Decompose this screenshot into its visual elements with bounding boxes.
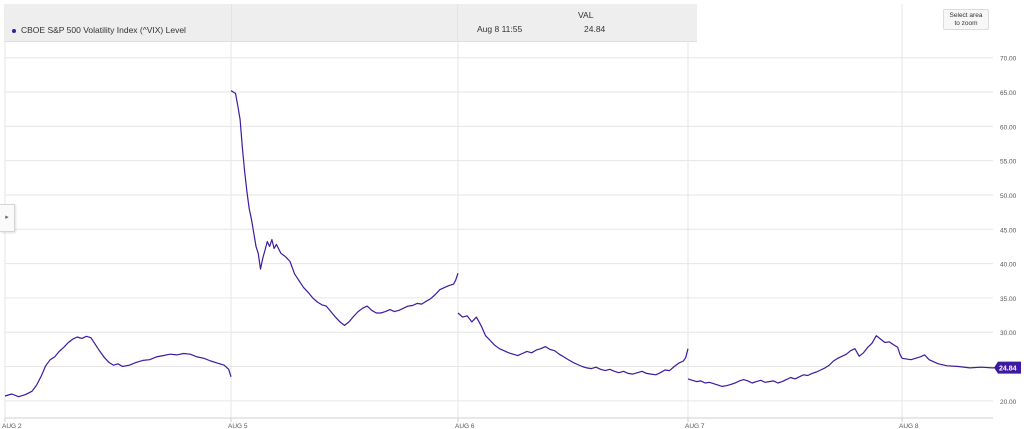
zoom-button-line2: to zoom <box>954 20 978 27</box>
y-tick-label: 30.00 <box>1000 330 1017 337</box>
x-axis-labels: AUG 2 AUG 5 AUG 6 AUG 7 AUG 8 <box>2 423 919 429</box>
y-tick-label: 65.00 <box>1000 90 1017 97</box>
hover-value: 24.84 <box>584 24 606 34</box>
y-tick-label: 40.00 <box>1000 262 1017 269</box>
vix-line-chart[interactable]: AUG 2AUG 5AUG 6AUG 7AUG 8 20.0025.0030.0… <box>0 0 1024 429</box>
y-tick-label: 55.00 <box>1000 159 1017 166</box>
x-tick-label: AUG 8 <box>899 423 919 429</box>
zoom-button-line1: Select area <box>949 12 983 19</box>
series-label: CBOE S&P 500 Volatility Index (^VIX) Lev… <box>21 25 186 35</box>
x-tick-label: AUG 2 <box>2 423 22 429</box>
last-value-badge: 24.84 <box>994 361 1021 374</box>
x-tick-label: AUG 5 <box>228 423 248 429</box>
series-line-aug-7 <box>687 335 903 387</box>
value-column-header: VAL <box>578 10 594 20</box>
y-tick-label: 35.00 <box>1000 296 1017 303</box>
x-tick-label: AUG 6 <box>455 423 475 429</box>
series-line-aug-6 <box>457 312 689 376</box>
caret-right-icon[interactable]: ▸ <box>0 204 15 232</box>
select-area-to-zoom-button[interactable]: Select area to zoom <box>943 9 989 30</box>
series-color-dot <box>12 29 16 33</box>
y-tick-label: 60.00 <box>1000 124 1017 131</box>
y-tick-label: 45.00 <box>1000 227 1017 234</box>
legend-divider <box>457 4 458 41</box>
x-tick-label: AUG 7 <box>685 423 705 429</box>
last-value-badge-label: 24.84 <box>999 366 1017 373</box>
y-tick-label: 70.00 <box>1000 56 1017 63</box>
y-axis-labels: 20.0025.0030.0035.0040.0045.0050.0055.00… <box>1000 56 1017 406</box>
y-tick-label: 50.00 <box>1000 193 1017 200</box>
legend-divider <box>231 4 232 41</box>
y-tick-label: 20.00 <box>1000 399 1017 406</box>
grid-lines <box>4 4 993 422</box>
hover-date: Aug 8 11:55 <box>477 24 523 34</box>
series-lines <box>4 90 1016 398</box>
